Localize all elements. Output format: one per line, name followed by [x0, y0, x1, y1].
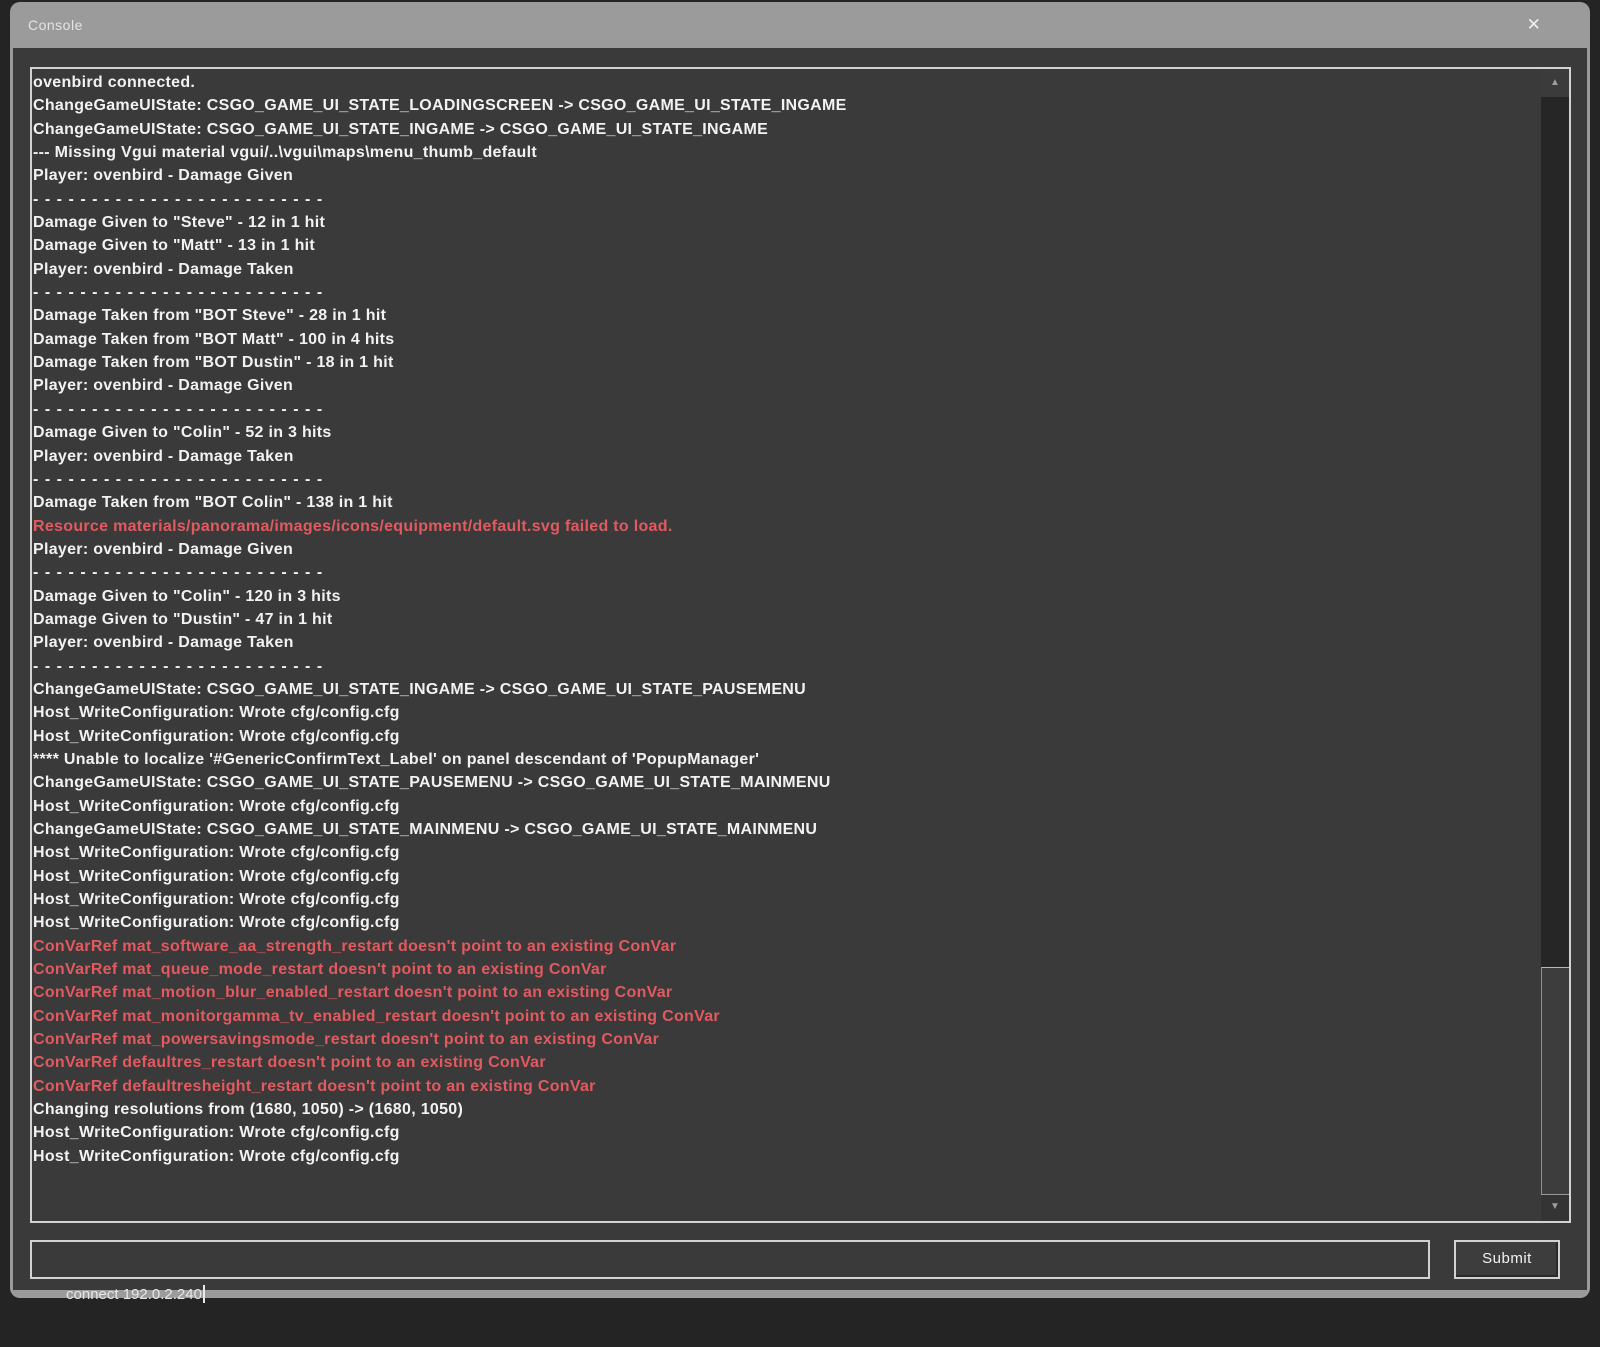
console-line: Damage Given to "Steve" - 12 in 1 hit [33, 211, 1528, 234]
scroll-down-icon[interactable]: ▼ [1541, 1195, 1569, 1221]
console-line: Host_WriteConfiguration: Wrote cfg/confi… [33, 865, 1528, 888]
console-line: ConVarRef mat_motion_blur_enabled_restar… [33, 981, 1528, 1004]
console-line: ConVarRef defaultres_restart doesn't poi… [33, 1051, 1528, 1074]
console-line: ------------------------- [33, 398, 1528, 421]
console-line: Host_WriteConfiguration: Wrote cfg/confi… [33, 725, 1528, 748]
console-line: ------------------------- [33, 561, 1528, 584]
console-line: ChangeGameUIState: CSGO_GAME_UI_STATE_IN… [33, 118, 1528, 141]
scrollbar-track[interactable] [1541, 97, 1569, 1195]
console-line: ChangeGameUIState: CSGO_GAME_UI_STATE_PA… [33, 771, 1528, 794]
console-line: Damage Given to "Matt" - 13 in 1 hit [33, 234, 1528, 257]
scrollbar: ▲ ▼ [1541, 69, 1569, 1221]
console-line: ChangeGameUIState: CSGO_GAME_UI_STATE_IN… [33, 678, 1528, 701]
console-line: Host_WriteConfiguration: Wrote cfg/confi… [33, 1145, 1528, 1168]
console-line: Player: ovenbird - Damage Taken [33, 445, 1528, 468]
console-line: Player: ovenbird - Damage Taken [33, 258, 1528, 281]
console-line: ------------------------- [33, 655, 1528, 678]
console-line: Damage Given to "Colin" - 120 in 3 hits [33, 585, 1528, 608]
console-line: ovenbird connected. [33, 71, 1528, 94]
close-icon[interactable]: ✕ [1521, 2, 1547, 48]
console-line: ------------------------- [33, 281, 1528, 304]
console-line: Damage Given to "Dustin" - 47 in 1 hit [33, 608, 1528, 631]
window-body: ovenbird connected.ChangeGameUIState: CS… [13, 48, 1587, 1290]
console-line: Resource materials/panorama/images/icons… [33, 515, 1528, 538]
console-window: Console ✕ ovenbird connected.ChangeGameU… [10, 2, 1590, 1298]
console-line: Host_WriteConfiguration: Wrote cfg/confi… [33, 795, 1528, 818]
console-line: Damage Taken from "BOT Steve" - 28 in 1 … [33, 304, 1528, 327]
console-line: Player: ovenbird - Damage Given [33, 164, 1528, 187]
console-line: ConVarRef mat_software_aa_strength_resta… [33, 935, 1528, 958]
console-line: Host_WriteConfiguration: Wrote cfg/confi… [33, 1121, 1528, 1144]
command-input-value: connect 192.0.2.240 [66, 1286, 202, 1303]
console-line: Player: ovenbird - Damage Given [33, 538, 1528, 561]
text-caret [203, 1285, 205, 1303]
console-line: Damage Taken from "BOT Matt" - 100 in 4 … [33, 328, 1528, 351]
console-line: Player: ovenbird - Damage Given [33, 374, 1528, 397]
console-line: Damage Taken from "BOT Dustin" - 18 in 1… [33, 351, 1528, 374]
console-line: ------------------------- [33, 188, 1528, 211]
title-bar[interactable]: Console ✕ [13, 2, 1587, 48]
window-title: Console [28, 17, 83, 33]
console-line: --- Missing Vgui material vgui/..\vgui\m… [33, 141, 1528, 164]
console-line: Host_WriteConfiguration: Wrote cfg/confi… [33, 888, 1528, 911]
console-line: ChangeGameUIState: CSGO_GAME_UI_STATE_LO… [33, 94, 1528, 117]
console-line: Changing resolutions from (1680, 1050) -… [33, 1098, 1528, 1121]
console-line: Host_WriteConfiguration: Wrote cfg/confi… [33, 841, 1528, 864]
console-line: ConVarRef mat_monitorgamma_tv_enabled_re… [33, 1005, 1528, 1028]
console-line: ConVarRef defaultresheight_restart doesn… [33, 1075, 1528, 1098]
submit-button[interactable]: Submit [1454, 1240, 1560, 1279]
scrollbar-thumb[interactable] [1541, 967, 1569, 1195]
console-line: Damage Given to "Colin" - 52 in 3 hits [33, 421, 1528, 444]
console-line: ConVarRef mat_powersavingsmode_restart d… [33, 1028, 1528, 1051]
console-line: Host_WriteConfiguration: Wrote cfg/confi… [33, 911, 1528, 934]
console-line: Player: ovenbird - Damage Taken [33, 631, 1528, 654]
scroll-up-icon[interactable]: ▲ [1541, 69, 1569, 97]
console-line: ConVarRef mat_queue_mode_restart doesn't… [33, 958, 1528, 981]
console-output: ovenbird connected.ChangeGameUIState: CS… [33, 71, 1528, 1168]
console-line: Damage Taken from "BOT Colin" - 138 in 1… [33, 491, 1528, 514]
console-line: **** Unable to localize '#GenericConfirm… [33, 748, 1528, 771]
console-line: Host_WriteConfiguration: Wrote cfg/confi… [33, 701, 1528, 724]
console-line: ChangeGameUIState: CSGO_GAME_UI_STATE_MA… [33, 818, 1528, 841]
console-line: ------------------------- [33, 468, 1528, 491]
command-input[interactable]: connect 192.0.2.240 [30, 1240, 1430, 1279]
